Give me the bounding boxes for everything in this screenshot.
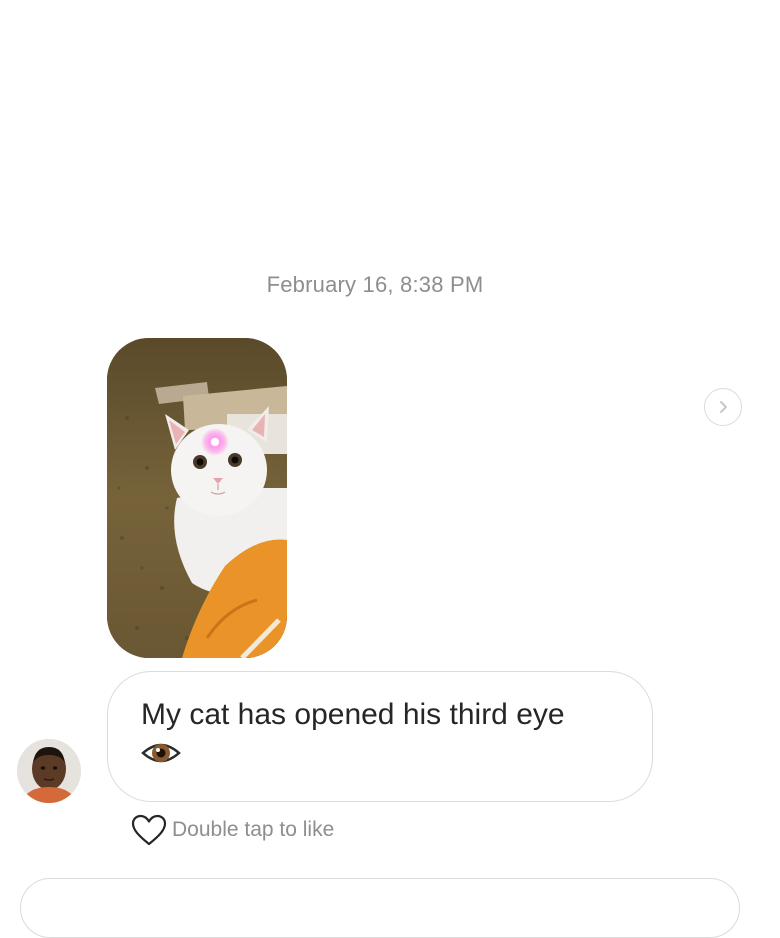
heart-icon[interactable] [130,813,168,847]
message-text: My cat has opened his third eye [141,698,565,731]
double-tap-like[interactable]: Double tap to like [130,812,334,848]
forward-button[interactable] [704,388,742,426]
message-composer[interactable] [20,878,740,938]
eye-emoji [141,743,181,763]
message-timestamp: February 16, 8:38 PM [266,272,484,297]
cat-photo-image [107,338,287,658]
chevron-right-icon [720,401,727,413]
sender-avatar[interactable] [17,739,81,803]
message-bubble[interactable]: My cat has opened his third eye [107,671,653,802]
like-hint-label: Double tap to like [172,818,335,841]
cat-photo-message[interactable] [107,338,287,658]
avatar-image [17,739,81,803]
